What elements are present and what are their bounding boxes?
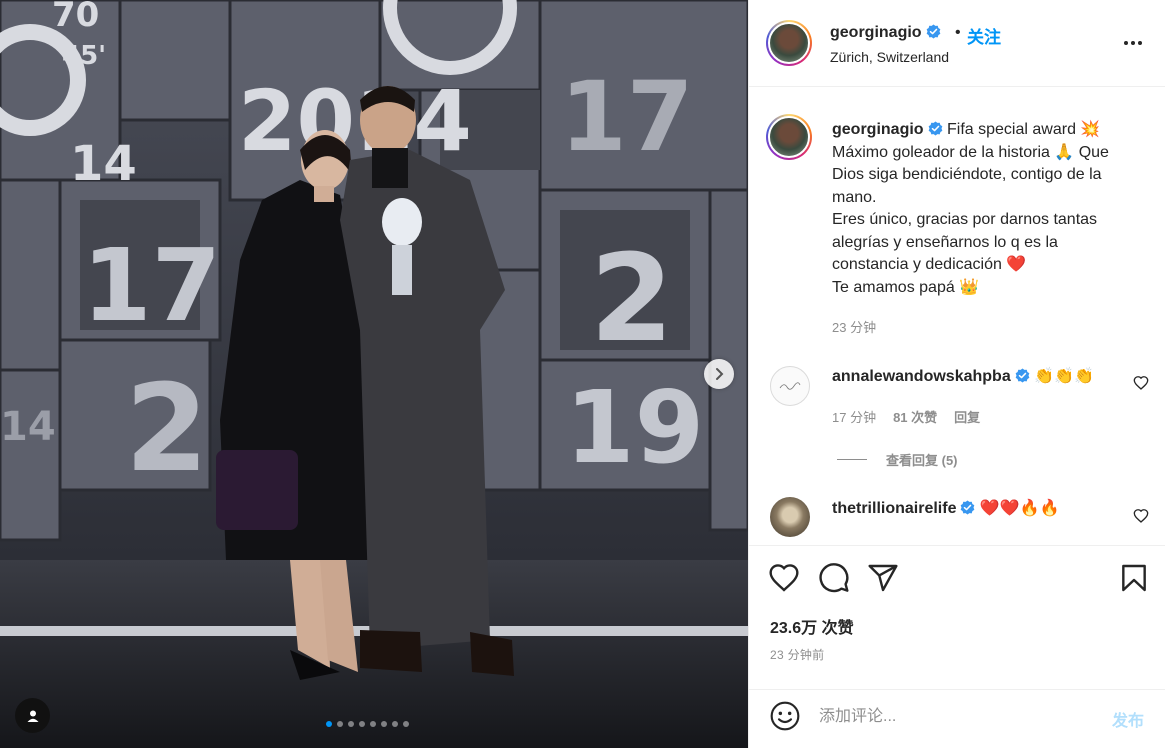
author-avatar[interactable] — [766, 20, 812, 66]
carousel-dot — [348, 721, 354, 727]
comment-meta: 17 分钟 81 次赞 回复 — [832, 407, 980, 426]
comment-text: ❤️❤️🔥🔥 — [979, 498, 1060, 517]
separator-dot: • — [955, 24, 961, 41]
commenter-username[interactable]: annalewandowskahpba — [832, 368, 1011, 385]
photo-scene: 70 45' 2014 14 17 17 2 2 19 14 — [0, 0, 748, 748]
verified-badge-icon — [961, 500, 975, 515]
heart-icon[interactable] — [768, 562, 800, 594]
verified-badge-icon — [1015, 368, 1030, 383]
board-number: 17 — [560, 61, 694, 173]
comment-text: 👏👏👏 — [1034, 366, 1094, 385]
author-username[interactable]: georginagio — [830, 24, 922, 41]
comment-icon[interactable] — [818, 562, 850, 594]
bookmark-icon[interactable] — [1118, 562, 1150, 594]
user-tag-icon — [27, 710, 38, 722]
comment-body: thetrillionairelife ❤️❤️🔥🔥 — [832, 498, 1060, 518]
emoji-icon[interactable] — [769, 700, 801, 732]
board-number: 2 — [125, 360, 209, 499]
divider-line — [837, 459, 867, 460]
caption-author-avatar[interactable] — [766, 114, 812, 160]
commenter-username[interactable]: thetrillionairelife — [832, 500, 956, 517]
verified-badge-icon — [926, 24, 940, 39]
carousel-dot — [359, 721, 365, 727]
comment-body: annalewandowskahpba 👏👏👏 — [832, 366, 1094, 386]
caption-line: mano. — [832, 188, 877, 206]
commenter-avatar[interactable] — [770, 366, 810, 406]
carousel-dot — [392, 721, 398, 727]
caption-line: Máximo goleador de la historia 🙏 Que — [832, 143, 1109, 161]
commenter-avatar[interactable] — [770, 497, 810, 537]
board-number: 14 — [70, 136, 137, 192]
caption-line: alegrías y enseñarnos lo q es la — [832, 233, 1058, 251]
follow-button[interactable]: 关注 — [967, 23, 1001, 48]
chevron-right-icon — [716, 368, 724, 380]
comment-like-count[interactable]: 81 次赞 — [893, 407, 937, 426]
board-number: 2 — [590, 230, 674, 369]
caption-username[interactable]: georginagio — [832, 121, 924, 138]
board-number: 17 — [82, 227, 221, 344]
post-photo[interactable]: 70 45' 2014 14 17 17 2 2 19 14 — [0, 0, 748, 748]
board-number: 2014 — [238, 72, 472, 170]
caption-line: Te amamos papá 👑 — [832, 278, 980, 296]
like-count[interactable]: 23.6万 次赞 — [770, 614, 854, 638]
caption-timestamp[interactable]: 23 分钟 — [832, 317, 876, 336]
board-number: 70 — [52, 0, 99, 35]
caption-line: Dios siga bendiciéndote, contigo de la — [832, 166, 1102, 183]
share-icon[interactable] — [867, 562, 899, 594]
caption-line: Fifa special award 💥 — [947, 121, 1101, 138]
reply-button[interactable]: 回复 — [954, 407, 980, 426]
comment-composer: 发布 — [749, 689, 1165, 748]
carousel-dot — [337, 721, 343, 727]
caption-line: Eres único, gracias por darnos tantas — [832, 211, 1098, 228]
carousel-dot — [403, 721, 409, 727]
carousel-indicator — [326, 721, 409, 727]
comment-like-heart-icon[interactable] — [1133, 508, 1149, 524]
comment-like-heart-icon[interactable] — [1133, 375, 1149, 391]
comment-input[interactable] — [819, 705, 1099, 729]
next-photo-button[interactable] — [704, 359, 734, 389]
carousel-dot — [326, 721, 332, 727]
comment-timestamp[interactable]: 17 分钟 — [832, 407, 876, 426]
board-number: 14 — [0, 404, 56, 450]
more-options-icon[interactable] — [1121, 31, 1145, 55]
user-tag-button[interactable] — [15, 698, 50, 733]
post-header: georginagio • 关注 Zürich, Switzerland — [749, 0, 1165, 87]
signature-logo — [779, 382, 801, 390]
caption-line: constancia y dedicación ❤️ — [832, 256, 1027, 273]
post-modal: 70 45' 2014 14 17 17 2 2 19 14 georginag… — [0, 0, 1165, 748]
post-actions: 23.6万 次赞 23 分钟前 — [749, 545, 1165, 691]
post-caption: georginagio Fifa special award 💥 Máximo … — [832, 119, 1147, 299]
carousel-dot — [370, 721, 376, 727]
carousel-dot — [381, 721, 387, 727]
post-details-panel: georginagio • 关注 Zürich, Switzerland geo… — [748, 0, 1165, 748]
verified-badge-icon — [928, 121, 942, 136]
view-replies-button[interactable]: 查看回复 (5) — [837, 450, 958, 469]
board-number: 19 — [565, 369, 704, 486]
post-timestamp[interactable]: 23 分钟前 — [770, 646, 824, 663]
post-location[interactable]: Zürich, Switzerland — [830, 49, 949, 65]
post-comment-button[interactable]: 发布 — [1112, 707, 1144, 731]
view-replies-label: 查看回复 (5) — [886, 453, 958, 468]
